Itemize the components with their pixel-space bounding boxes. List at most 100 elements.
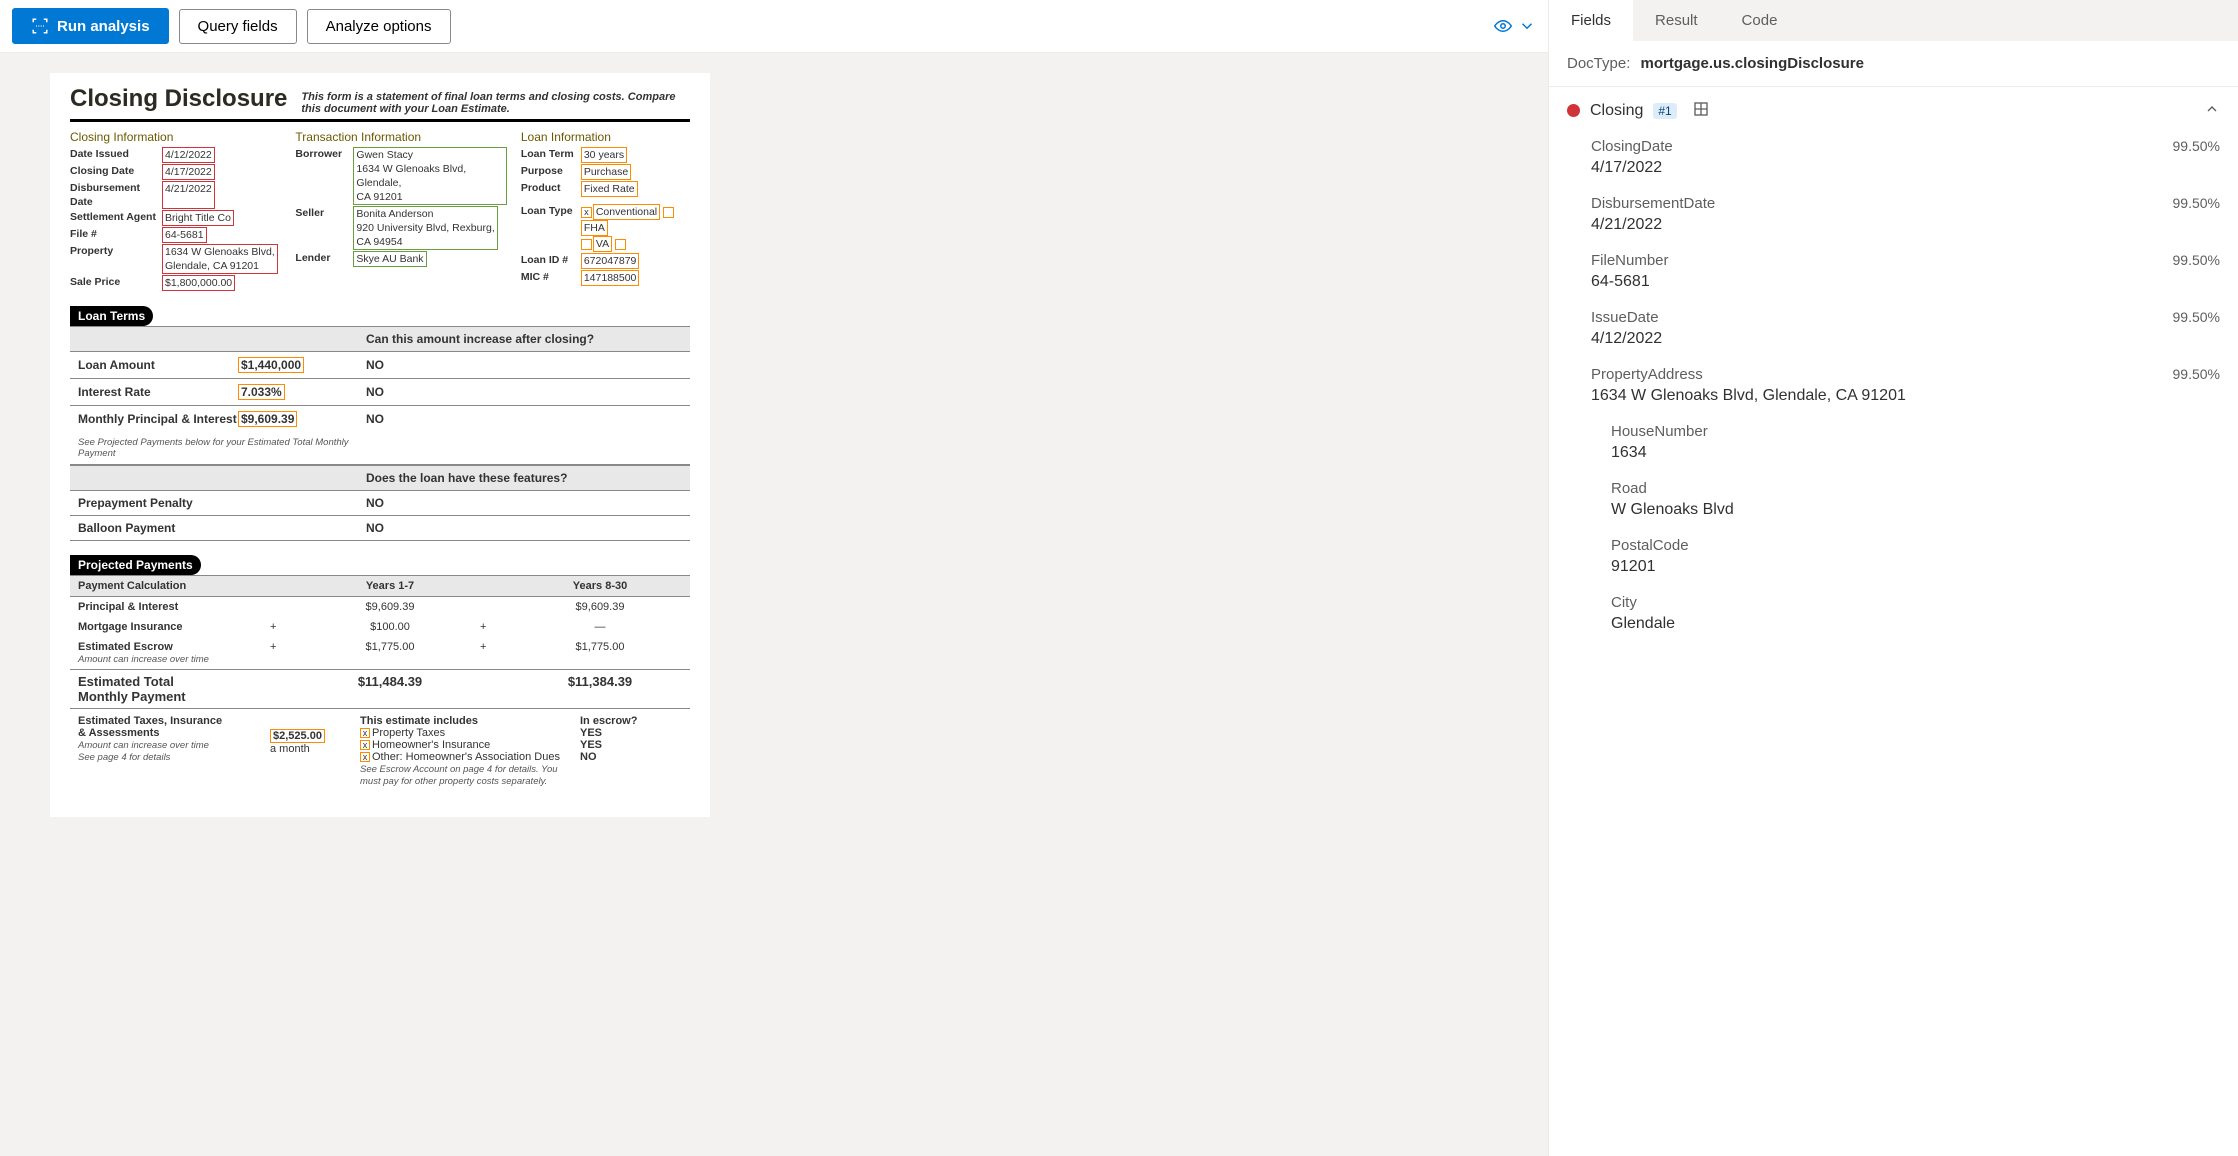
accordion-closing[interactable]: Closing #1: [1549, 91, 2238, 130]
query-fields-button[interactable]: Query fields: [179, 9, 297, 44]
file-label: File #: [70, 227, 162, 243]
field-item[interactable]: HouseNumber1634: [1549, 415, 2238, 472]
years830-hdr: Years 8-30: [510, 580, 690, 592]
years17-hdr: Years 1-7: [300, 580, 480, 592]
inc-r1: Property Taxes: [372, 727, 445, 739]
tabs: Fields Result Code: [1549, 0, 2238, 41]
scan-icon: [31, 17, 49, 35]
terms-q2: Does the loan have these features?: [356, 471, 690, 485]
lender-val: Skye AU Bank: [353, 251, 426, 267]
field-item[interactable]: PostalCode91201: [1549, 529, 2238, 586]
eti-per: a month: [270, 743, 310, 755]
accordion-title: Closing: [1590, 102, 1643, 120]
field-name: IssueDate: [1591, 309, 1659, 326]
field-confidence: 99.50%: [2173, 138, 2220, 155]
field-value: 64-5681: [1591, 273, 2220, 291]
tot-y830: $11,384.39: [510, 674, 690, 704]
field-value: 4/12/2022: [1591, 330, 2220, 348]
tot-y17: $11,484.39: [300, 674, 480, 704]
interest-rate-val: 7.033%: [238, 384, 285, 400]
terms-q1: Can this amount increase after closing?: [356, 332, 690, 346]
tab-fields[interactable]: Fields: [1549, 0, 1633, 41]
field-item[interactable]: ClosingDate99.50%4/17/2022: [1549, 130, 2238, 187]
fields-body[interactable]: Closing #1 ClosingDate99.50%4/17/2022Dis…: [1549, 87, 2238, 1156]
chevron-down-icon[interactable]: [1518, 17, 1536, 35]
field-value: W Glenoaks Blvd: [1611, 501, 2220, 519]
field-item[interactable]: City Glendale: [1549, 586, 2238, 643]
date-issued-label: Date Issued: [70, 147, 162, 163]
settlement-agent-val: Bright Title Co: [162, 210, 234, 226]
toolbar-right: [1494, 17, 1536, 35]
field-value: Glendale: [1611, 615, 2220, 633]
pi-row-label: Principal & Interest: [70, 601, 270, 613]
esc-row-label: Estimated EscrowAmount can increase over…: [70, 641, 270, 665]
pi-label: Monthly Principal & Interest: [70, 412, 238, 426]
pi-note: See Projected Payments below for your Es…: [70, 437, 356, 459]
inc-r3: Other: Homeowner's Association Dues: [372, 751, 560, 763]
date-issued-val: 4/12/2022: [162, 147, 215, 163]
field-confidence: 99.50%: [2173, 309, 2220, 326]
toolbar: Run analysis Query fields Analyze option…: [0, 0, 1548, 53]
escrow-hdr: In escrow?: [580, 715, 637, 727]
mi-row-label: Mortgage Insurance: [70, 621, 270, 633]
doc-subtitle: This form is a statement of final loan t…: [301, 91, 690, 115]
interest-rate-ans: NO: [356, 385, 690, 399]
borrower-val: Gwen Stacy1634 W Glenoaks Blvd, Glendale…: [353, 147, 506, 205]
field-item[interactable]: DisbursementDate99.50%4/21/2022: [1549, 187, 2238, 244]
settlement-agent-label: Settlement Agent: [70, 210, 162, 226]
field-item[interactable]: IssueDate 99.50% 4/12/2022: [1549, 301, 2238, 358]
balloon-ans: NO: [356, 521, 690, 535]
closing-date-label: Closing Date: [70, 164, 162, 180]
purpose-label: Purpose: [521, 164, 581, 180]
field-value: 4/21/2022: [1591, 216, 2220, 234]
esc-y830: $1,775.00: [510, 641, 690, 665]
analyze-options-button[interactable]: Analyze options: [307, 9, 451, 44]
inc-note: See Escrow Account on page 4 for details…: [360, 764, 558, 787]
field-name: City: [1611, 594, 1637, 611]
esc-r3: NO: [580, 751, 597, 763]
eye-icon[interactable]: [1494, 17, 1512, 35]
field-value: 1634: [1611, 444, 2220, 462]
field-item[interactable]: Road W Glenoaks Blvd: [1549, 472, 2238, 529]
closing-info-col: Closing Information Date Issued4/12/2022…: [70, 130, 281, 292]
field-name: Road: [1611, 480, 1647, 497]
run-analysis-button[interactable]: Run analysis: [12, 8, 169, 44]
chevron-up-icon[interactable]: [2204, 101, 2220, 120]
sale-price-val: $1,800,000.00: [162, 275, 235, 291]
purpose-val: Purchase: [581, 164, 631, 180]
inc-r2: Homeowner's Insurance: [372, 739, 490, 751]
loan-amount-val: $1,440,000: [238, 357, 304, 373]
field-name: ClosingDate: [1591, 138, 1673, 155]
pi-val: $9,609.39: [238, 411, 297, 427]
loan-amount-label: Loan Amount: [70, 358, 238, 372]
document-canvas[interactable]: Closing Disclosure This form is a statem…: [0, 53, 1548, 1156]
eti-amount: $2,525.00: [270, 729, 325, 743]
field-item[interactable]: FileNumber99.50%64-5681: [1549, 244, 2238, 301]
prepay-label: Prepayment Penalty: [70, 496, 238, 510]
pi-y17: $9,609.39: [300, 601, 480, 613]
sale-price-label: Sale Price: [70, 275, 162, 291]
tab-code[interactable]: Code: [1720, 0, 1800, 41]
right-pane: Fields Result Code DocType: mortgage.us.…: [1548, 0, 2238, 1156]
accordion-badge: #1: [1653, 103, 1676, 119]
disb-date-label: Disbursement Date: [70, 181, 162, 209]
doctype-label: DocType:: [1567, 55, 1630, 72]
loan-terms-bar: Loan Terms: [70, 306, 153, 326]
interest-rate-label: Interest Rate: [70, 385, 238, 399]
table-icon[interactable]: [1693, 101, 1709, 120]
field-name: PostalCode: [1611, 537, 1689, 554]
field-confidence: 99.50%: [2173, 252, 2220, 269]
document: Closing Disclosure This form is a statem…: [50, 73, 710, 817]
field-value: 1634 W Glenoaks Blvd, Glendale, CA 91201: [1591, 387, 2220, 405]
fields-list: ClosingDate99.50%4/17/2022DisbursementDa…: [1549, 130, 2238, 643]
disb-date-val: 4/21/2022: [162, 181, 215, 209]
field-item[interactable]: PropertyAddress99.50%1634 W Glenoaks Blv…: [1549, 358, 2238, 415]
file-val: 64-5681: [162, 227, 207, 243]
product-label: Product: [521, 181, 581, 197]
seller-val: Bonita Anderson920 University Blvd, Rexb…: [353, 206, 497, 250]
total-row-label: Estimated TotalMonthly Payment: [70, 674, 270, 704]
mi-y17: $100.00: [300, 621, 480, 633]
tab-result[interactable]: Result: [1633, 0, 1720, 41]
loan-info-col: Loan Information Loan Term30 years Purpo…: [521, 130, 690, 292]
prepay-ans: NO: [356, 496, 690, 510]
